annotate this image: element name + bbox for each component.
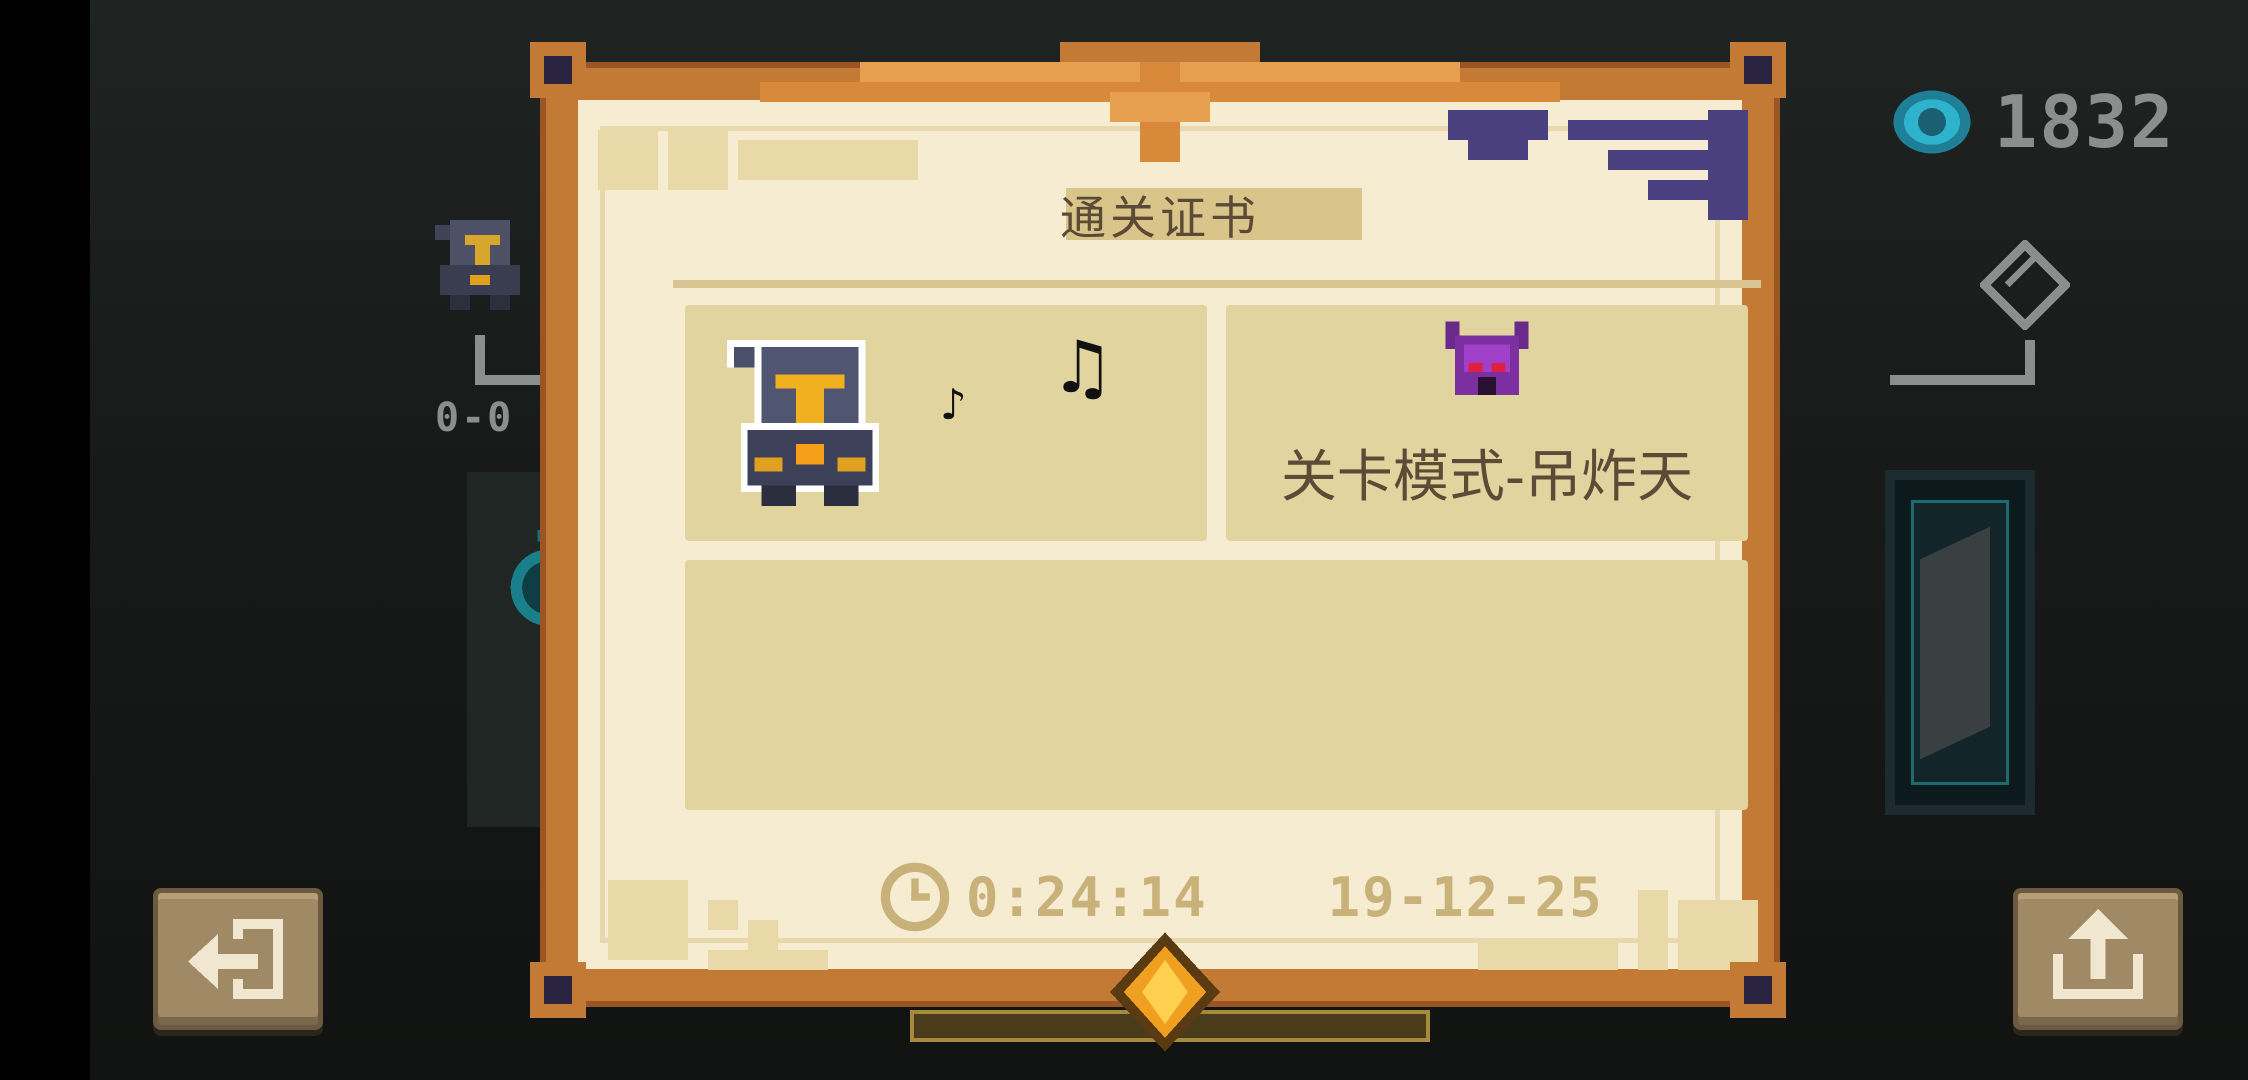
certificate-frame: 通关证书 ♪ ♫ 关卡模式-吊炸天 0:24:14 19-12-25 (540, 62, 1780, 1007)
corner-ornament-top-left (530, 42, 586, 98)
background-level-label: 0-0 (435, 395, 514, 441)
decor-skull-icon (608, 880, 828, 970)
certificate-title: 通关证书 (1060, 191, 1260, 245)
background-portal-inner (1911, 500, 2009, 785)
title-divider (673, 280, 1761, 288)
certificate-paper: 通关证书 ♪ ♫ 关卡模式-吊炸天 0:24:14 19-12-25 (578, 100, 1761, 970)
armored-knight-icon (726, 339, 880, 507)
certificate-crest-icon (760, 42, 1560, 162)
mode-label: 关卡模式-吊炸天 (1280, 445, 1694, 510)
share-icon (2053, 909, 2143, 999)
hero-panel: ♪ ♫ (685, 305, 1207, 541)
corner-ornament-bottom-left (530, 962, 586, 1018)
clear-time: 0:24:14 (878, 860, 1208, 934)
clear-date: 19-12-25 (1327, 865, 1604, 929)
certificate-footer: 0:24:14 19-12-25 (878, 860, 1604, 934)
clear-time-value: 0:24:14 (966, 865, 1208, 929)
clear-certificate-dialog: 通关证书 ♪ ♫ 关卡模式-吊炸天 0:24:14 19-12-25 (530, 42, 1790, 1052)
corner-ornament-top-right (1730, 42, 1786, 98)
gem-count: 1832 (1994, 80, 2176, 164)
details-panel (685, 560, 1748, 810)
background-hero-icon (435, 220, 520, 310)
background-portal-frame (1885, 470, 2035, 815)
share-button[interactable] (2013, 888, 2183, 1030)
diamond-outline-icon (1980, 240, 2070, 330)
small-note-icon: ♪ (940, 380, 967, 429)
exit-button[interactable] (153, 888, 323, 1030)
blue-gem-icon (1893, 90, 1971, 154)
corner-ornament-bottom-right (1730, 962, 1786, 1018)
clock-icon (880, 862, 950, 932)
orange-gem-icon (1110, 932, 1220, 1052)
mode-panel: 关卡模式-吊炸天 (1226, 305, 1748, 541)
exit-icon (188, 919, 283, 999)
music-notes-icon: ♫ (1050, 325, 1115, 409)
background-right-bracket (1890, 340, 2035, 385)
gem-counter: 1832 (1890, 80, 2175, 164)
purple-horned-helmet-icon (1445, 321, 1529, 396)
